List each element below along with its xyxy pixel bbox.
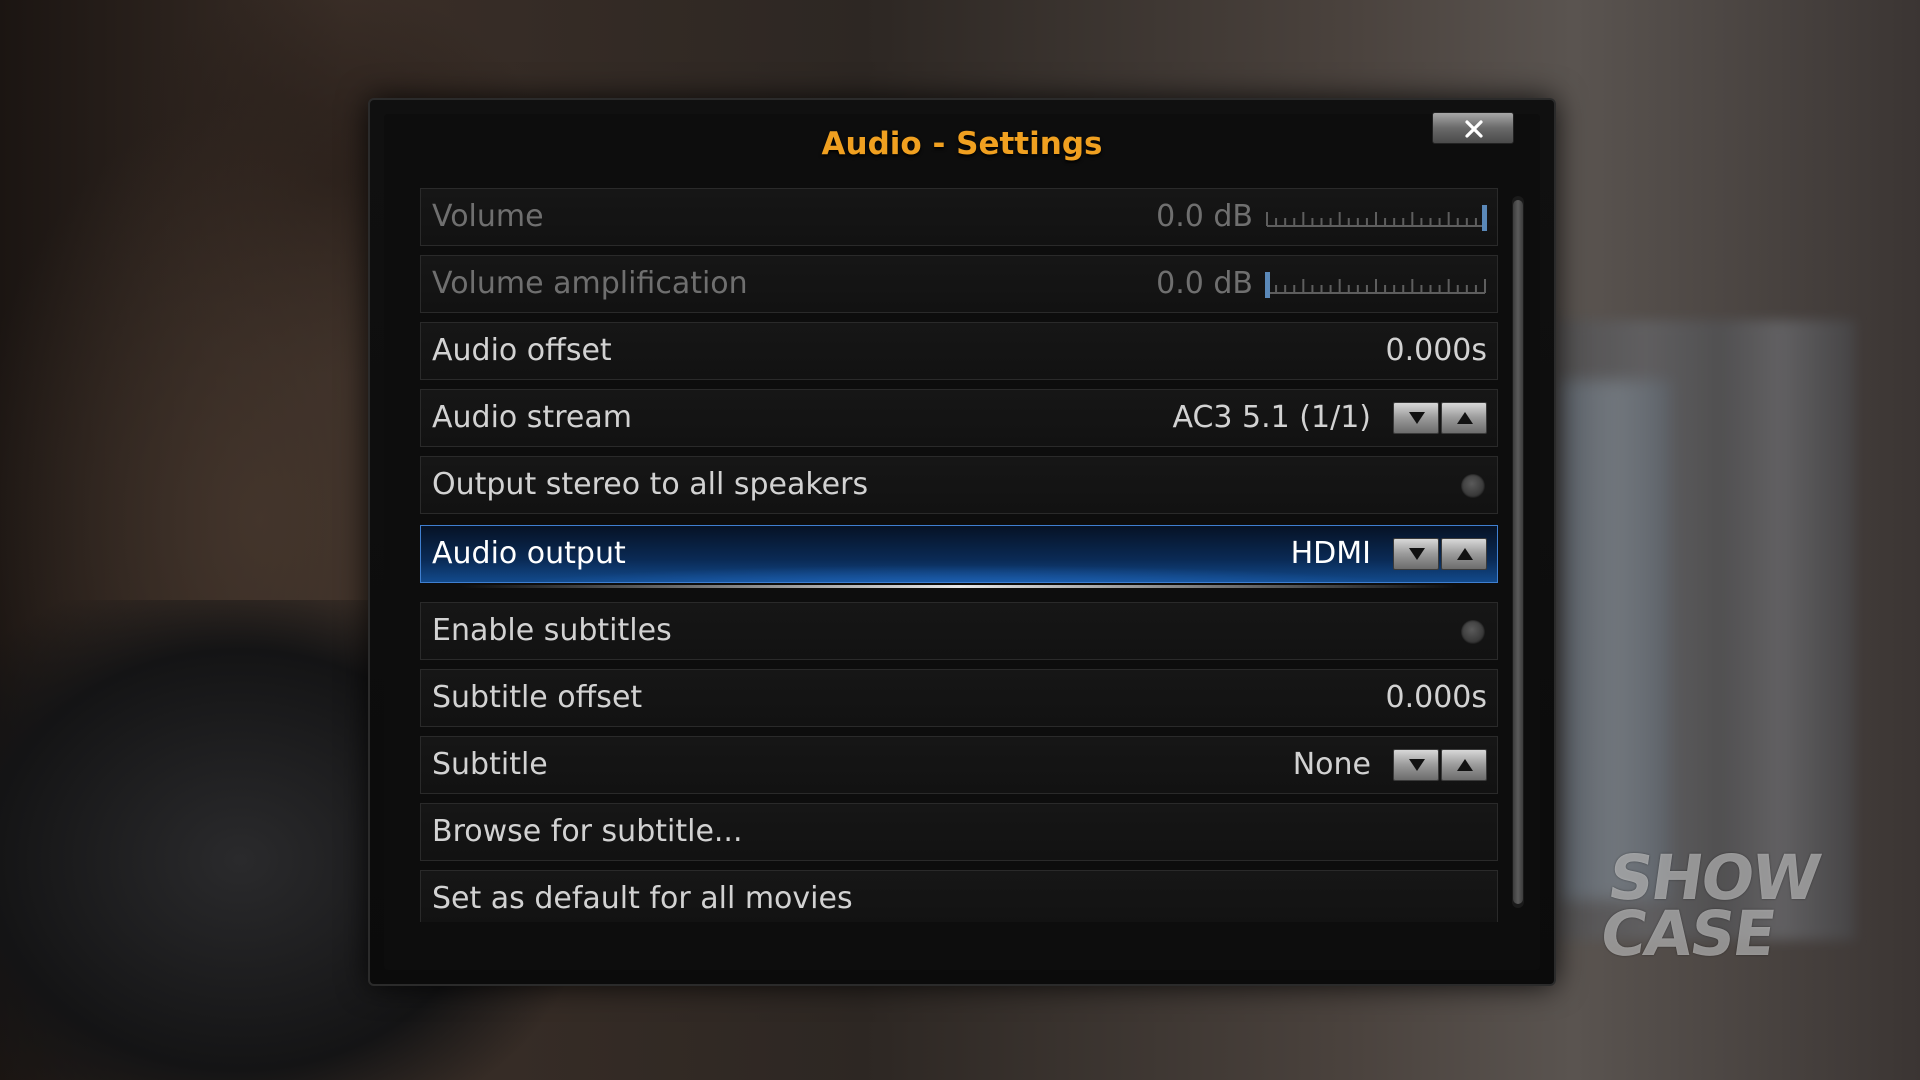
setting-volume[interactable]: Volume 0.0 dB	[420, 188, 1498, 246]
spin-down-button[interactable]	[1393, 538, 1439, 570]
arrow-up-icon	[1457, 759, 1473, 771]
setting-value: 0.000s	[1385, 333, 1487, 368]
setting-audio-output[interactable]: Audio output HDMI	[420, 525, 1498, 588]
arrow-up-icon	[1457, 412, 1473, 424]
setting-set-default[interactable]: Set as default for all movies	[420, 870, 1498, 922]
volume-amplification-slider[interactable]	[1265, 272, 1487, 298]
setting-value: 0.0 dB	[1156, 266, 1253, 301]
settings-scrollbar[interactable]	[1512, 196, 1524, 908]
setting-label: Volume amplification	[432, 266, 748, 301]
setting-subtitle-offset[interactable]: Subtitle offset 0.000s	[420, 669, 1498, 727]
setting-label: Enable subtitles	[432, 613, 672, 648]
arrow-down-icon	[1409, 412, 1425, 424]
setting-label: Subtitle	[432, 747, 548, 782]
arrow-down-icon	[1409, 548, 1425, 560]
subtitle-spinner	[1393, 749, 1489, 781]
watermark-line-2: CASE	[1596, 897, 1779, 970]
toggle-radio-icon[interactable]	[1461, 474, 1485, 498]
setting-output-stereo[interactable]: Output stereo to all speakers	[420, 456, 1498, 514]
setting-volume-amplification[interactable]: Volume amplification 0.0 dB	[420, 255, 1498, 313]
setting-label: Volume	[432, 199, 544, 234]
setting-audio-stream[interactable]: Audio stream AC3 5.1 (1/1)	[420, 389, 1498, 447]
slider-track	[1266, 279, 1486, 294]
arrow-up-icon	[1457, 548, 1473, 560]
setting-value: HDMI	[1290, 536, 1371, 571]
close-button[interactable]	[1432, 112, 1514, 144]
setting-value: None	[1292, 747, 1371, 782]
setting-label: Subtitle offset	[432, 680, 643, 715]
spin-up-button[interactable]	[1441, 538, 1487, 570]
setting-label: Output stereo to all speakers	[432, 467, 869, 502]
setting-label: Audio output	[432, 536, 626, 571]
close-x-icon	[1465, 120, 1483, 138]
spin-down-button[interactable]	[1393, 402, 1439, 434]
channel-watermark: SHOW CASE	[1596, 841, 1824, 970]
setting-label: Audio stream	[432, 400, 632, 435]
setting-value: 0.0 dB	[1156, 199, 1253, 234]
setting-browse-subtitle[interactable]: Browse for subtitle...	[420, 803, 1498, 861]
setting-value: 0.000s	[1385, 680, 1487, 715]
setting-enable-subtitles[interactable]: Enable subtitles	[420, 602, 1498, 660]
arrow-down-icon	[1409, 759, 1425, 771]
setting-label: Browse for subtitle...	[432, 814, 743, 849]
setting-subtitle[interactable]: Subtitle None	[420, 736, 1498, 794]
background-books	[1560, 380, 1670, 900]
audio-stream-spinner	[1393, 402, 1489, 434]
audio-output-spinner	[1393, 538, 1489, 570]
toggle-radio-icon[interactable]	[1461, 620, 1485, 644]
slider-nib	[1265, 272, 1270, 298]
slider-nib	[1482, 205, 1487, 231]
slider-track	[1266, 212, 1486, 227]
volume-slider[interactable]	[1265, 205, 1487, 231]
spin-down-button[interactable]	[1393, 749, 1439, 781]
setting-label: Set as default for all movies	[432, 881, 853, 916]
spin-up-button[interactable]	[1441, 749, 1487, 781]
settings-list: Volume 0.0 dB Volume amplification 0.0 d…	[420, 188, 1500, 922]
scrollbar-thumb[interactable]	[1513, 200, 1523, 904]
setting-audio-offset[interactable]: Audio offset 0.000s	[420, 322, 1498, 380]
setting-label: Audio offset	[432, 333, 612, 368]
spin-up-button[interactable]	[1441, 402, 1487, 434]
dialog-title: Audio - Settings	[821, 126, 1103, 162]
setting-value: AC3 5.1 (1/1)	[1172, 400, 1371, 435]
